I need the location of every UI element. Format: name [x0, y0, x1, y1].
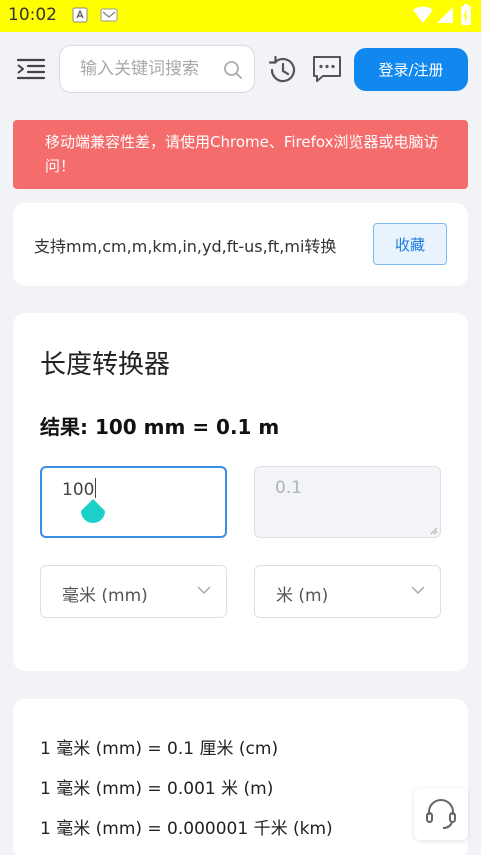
search-icon[interactable]: [223, 60, 243, 80]
notification-icon-2: [100, 8, 118, 22]
header: 登录/注册: [0, 32, 481, 108]
status-bar: 10:02: [0, 0, 481, 32]
favorite-button[interactable]: 收藏: [373, 223, 447, 265]
conversion-table-card: 1 毫米 (mm) = 0.1 厘米 (cm) 1 毫米 (mm) = 0.00…: [13, 699, 468, 855]
to-unit-label: 米 (m): [276, 586, 329, 606]
output-value-text: 0.1: [275, 478, 303, 498]
customer-support-button[interactable]: [414, 788, 468, 840]
input-value-text: 100: [62, 480, 95, 500]
conversion-line: 1 毫米 (mm) = 0.001 米 (m): [40, 779, 274, 799]
from-unit-select[interactable]: 毫米 (mm): [40, 565, 227, 618]
search-input[interactable]: [80, 46, 220, 92]
converter-title: 长度转换器: [40, 350, 171, 380]
chevron-down-icon: [411, 586, 425, 595]
converter-card: 长度转换器 结果: 100 mm = 0.1 m 100 0.1 毫米 (mm)…: [13, 313, 468, 671]
conversion-line: 1 毫米 (mm) = 0.1 厘米 (cm): [40, 739, 279, 759]
search-box[interactable]: [59, 45, 255, 93]
text-cursor-handle[interactable]: [79, 498, 107, 532]
input-value-field[interactable]: 100: [40, 466, 227, 538]
status-time: 10:02: [8, 5, 57, 25]
text-caret: [95, 478, 97, 498]
notification-icon: [72, 7, 88, 23]
signal-icon: [437, 7, 453, 23]
menu-toggle-icon[interactable]: [14, 54, 48, 84]
message-icon[interactable]: [311, 54, 343, 84]
wifi-icon: [413, 6, 433, 23]
supported-units-card: 支持mm,cm,m,km,in,yd,ft-us,ft,mi转换 收藏: [13, 203, 468, 286]
output-value-field: 0.1: [254, 466, 441, 538]
conversion-result: 结果: 100 mm = 0.1 m: [40, 415, 280, 439]
supported-units-text: 支持mm,cm,m,km,in,yd,ft-us,ft,mi转换: [34, 237, 337, 256]
login-register-button[interactable]: 登录/注册: [354, 48, 468, 91]
battery-icon: [461, 4, 471, 25]
to-unit-select[interactable]: 米 (m): [254, 565, 441, 618]
compatibility-alert: 移动端兼容性差，请使用Chrome、Firefox浏览器或电脑访问！: [13, 120, 468, 189]
conversion-line: 1 毫米 (mm) = 0.000001 千米 (km): [40, 819, 333, 839]
resize-grip-icon: [430, 527, 438, 535]
history-icon[interactable]: [266, 54, 298, 86]
headset-icon: [426, 799, 456, 829]
chevron-down-icon: [197, 586, 211, 595]
from-unit-label: 毫米 (mm): [62, 586, 148, 606]
